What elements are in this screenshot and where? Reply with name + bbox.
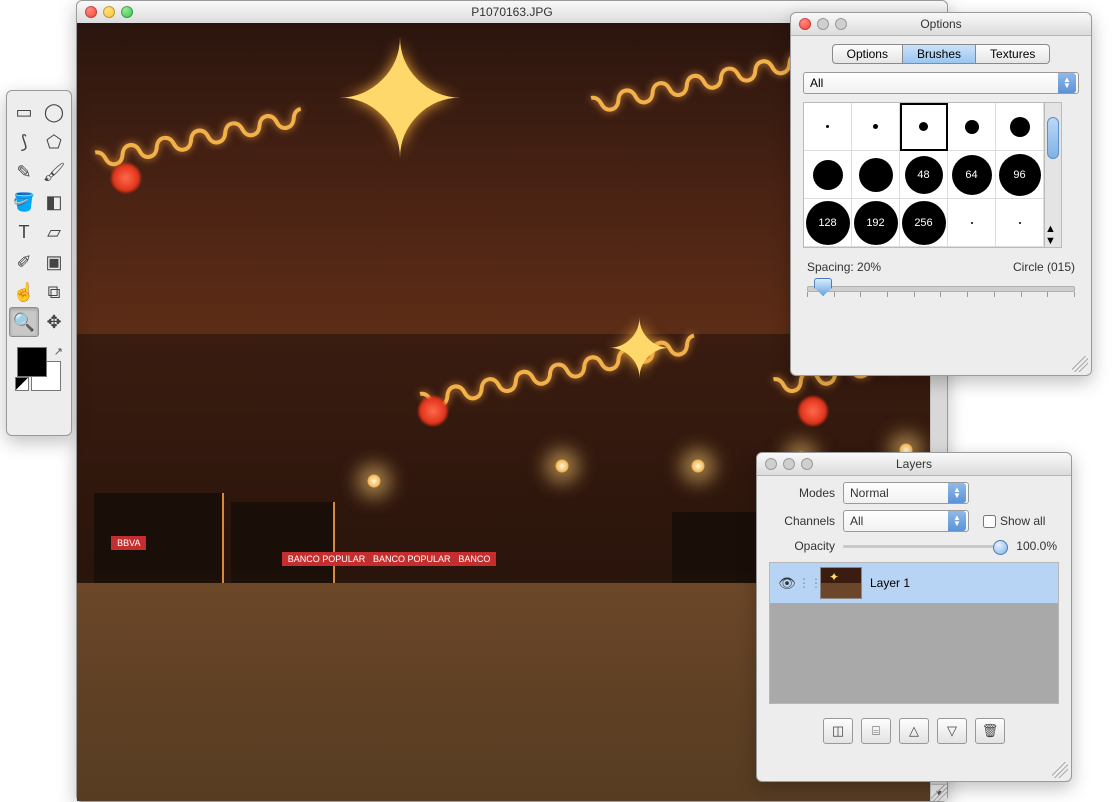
brush-grid: 486496 128192256 xyxy=(803,102,1045,248)
storefront-sign: BBVA xyxy=(111,536,146,550)
duplicate-layer-button[interactable]: ⌸ xyxy=(861,718,891,744)
brush-category-select[interactable]: All ▲▼ xyxy=(803,72,1079,94)
tools-palette: ▭◯⟆⬠✎🖌🪣◧T▱✐▣☝⧉🔍✥ ↗ xyxy=(6,90,72,436)
tool-text[interactable]: T xyxy=(9,217,39,247)
storefront-sign: BANCO POPULAR xyxy=(282,552,372,566)
brush-cell[interactable] xyxy=(852,151,900,199)
visibility-eye-icon[interactable]: 👁 xyxy=(776,575,798,592)
resize-grip-icon[interactable] xyxy=(1052,762,1068,778)
swap-colors-icon[interactable]: ↗ xyxy=(54,345,63,358)
brush-cell[interactable]: 192 xyxy=(852,199,900,247)
modes-select[interactable]: Normal ▲▼ xyxy=(843,482,969,504)
brush-cell[interactable] xyxy=(996,103,1044,151)
brush-cell[interactable] xyxy=(948,199,996,247)
channels-label: Channels xyxy=(771,514,835,528)
close-icon[interactable] xyxy=(85,6,97,18)
layers-titlebar[interactable]: Layers xyxy=(757,453,1071,476)
brush-cell[interactable] xyxy=(852,103,900,151)
layer-row[interactable]: 👁⋮⋮ Layer 1 xyxy=(770,563,1058,604)
scroll-down-icon[interactable]: ▼ xyxy=(1045,235,1061,247)
brush-cell[interactable]: 128 xyxy=(804,199,852,247)
chevron-up-down-icon: ▲▼ xyxy=(948,483,966,503)
tab-options[interactable]: Options xyxy=(832,44,903,64)
brush-name-label: Circle (015) xyxy=(1013,260,1075,274)
minimize-icon[interactable] xyxy=(103,6,115,18)
tool-paint-bucket[interactable]: 🪣 xyxy=(9,187,39,217)
tool-brush[interactable]: 🖌 xyxy=(39,157,69,187)
brush-category-value: All xyxy=(810,76,823,90)
slider-thumb-icon[interactable] xyxy=(993,540,1008,555)
close-icon[interactable] xyxy=(765,458,777,470)
opacity-value: 100.0% xyxy=(1016,539,1057,553)
resize-grip-icon[interactable] xyxy=(1072,356,1088,372)
tool-pencil[interactable]: ✎ xyxy=(9,157,39,187)
modes-value: Normal xyxy=(850,486,889,500)
delete-layer-button[interactable]: 🗑 xyxy=(975,718,1005,744)
options-panel: Options OptionsBrushesTextures All ▲▼ 48… xyxy=(790,12,1092,376)
color-swatch: ↗ xyxy=(15,345,63,391)
tool-zoom[interactable]: 🔍 xyxy=(9,307,39,337)
tool-smudge[interactable]: ☝ xyxy=(9,277,39,307)
layer-name-label: Layer 1 xyxy=(870,576,910,590)
move-up-button[interactable]: △ xyxy=(899,718,929,744)
tool-rect-select[interactable]: ▭ xyxy=(9,97,39,127)
opacity-slider[interactable] xyxy=(843,538,1008,554)
brush-cell[interactable]: 64 xyxy=(948,151,996,199)
tab-brushes[interactable]: Brushes xyxy=(903,44,976,64)
opacity-label: Opacity xyxy=(771,539,835,553)
lock-icon[interactable]: ⋮⋮ xyxy=(798,576,814,590)
tool-move[interactable]: ✥ xyxy=(39,307,69,337)
minimize-icon xyxy=(783,458,795,470)
move-down-button[interactable]: ▽ xyxy=(937,718,967,744)
tool-eraser[interactable]: ▱ xyxy=(39,217,69,247)
tool-ellipse-select[interactable]: ◯ xyxy=(39,97,69,127)
layers-panel: Layers Modes Normal ▲▼ Channels All ▲▼ S… xyxy=(756,452,1072,782)
chevron-up-down-icon: ▲▼ xyxy=(1058,73,1076,93)
spacing-label: Spacing: 20% xyxy=(807,260,881,274)
spacing-slider[interactable] xyxy=(807,278,1075,296)
storefront-sign: BANCO xyxy=(452,552,496,566)
options-tabs: OptionsBrushesTextures xyxy=(791,44,1091,64)
layers-list: 👁⋮⋮ Layer 1 xyxy=(769,562,1059,704)
brush-cell[interactable]: 48 xyxy=(900,151,948,199)
show-all-label: Show all xyxy=(1000,514,1045,528)
brush-cell[interactable] xyxy=(804,103,852,151)
tool-crop[interactable]: ▣ xyxy=(39,247,69,277)
zoom-window-icon[interactable] xyxy=(121,6,133,18)
tool-polygon-lasso[interactable]: ⬠ xyxy=(39,127,69,157)
minimize-icon xyxy=(817,18,829,30)
brush-cell[interactable] xyxy=(996,199,1044,247)
tool-eyedropper[interactable]: ✐ xyxy=(9,247,39,277)
zoom-window-icon xyxy=(801,458,813,470)
new-layer-button[interactable]: ◫ xyxy=(823,718,853,744)
resize-grip-icon[interactable] xyxy=(931,785,947,801)
zoom-window-icon xyxy=(835,18,847,30)
brush-cell[interactable] xyxy=(900,103,948,151)
tool-lasso[interactable]: ⟆ xyxy=(9,127,39,157)
brush-scrollbar[interactable]: ▲ ▼ xyxy=(1045,102,1062,248)
brush-cell[interactable]: 96 xyxy=(996,151,1044,199)
close-icon[interactable] xyxy=(799,18,811,30)
storefront-sign: BANCO POPULAR xyxy=(367,552,457,566)
channels-select[interactable]: All ▲▼ xyxy=(843,510,969,532)
tool-gradient[interactable]: ◧ xyxy=(39,187,69,217)
brush-cell[interactable]: 256 xyxy=(900,199,948,247)
tool-clone[interactable]: ⧉ xyxy=(39,277,69,307)
modes-label: Modes xyxy=(771,486,835,500)
show-all-checkbox[interactable] xyxy=(983,515,996,528)
layer-thumbnail xyxy=(820,567,862,599)
foreground-color[interactable] xyxy=(17,347,47,377)
brush-cell[interactable] xyxy=(804,151,852,199)
scroll-up-icon[interactable]: ▲ xyxy=(1045,223,1061,235)
brush-cell[interactable] xyxy=(948,103,996,151)
chevron-up-down-icon: ▲▼ xyxy=(948,511,966,531)
tab-textures[interactable]: Textures xyxy=(976,44,1050,64)
options-titlebar[interactable]: Options xyxy=(791,13,1091,36)
default-colors-icon[interactable] xyxy=(15,377,29,391)
channels-value: All xyxy=(850,514,863,528)
